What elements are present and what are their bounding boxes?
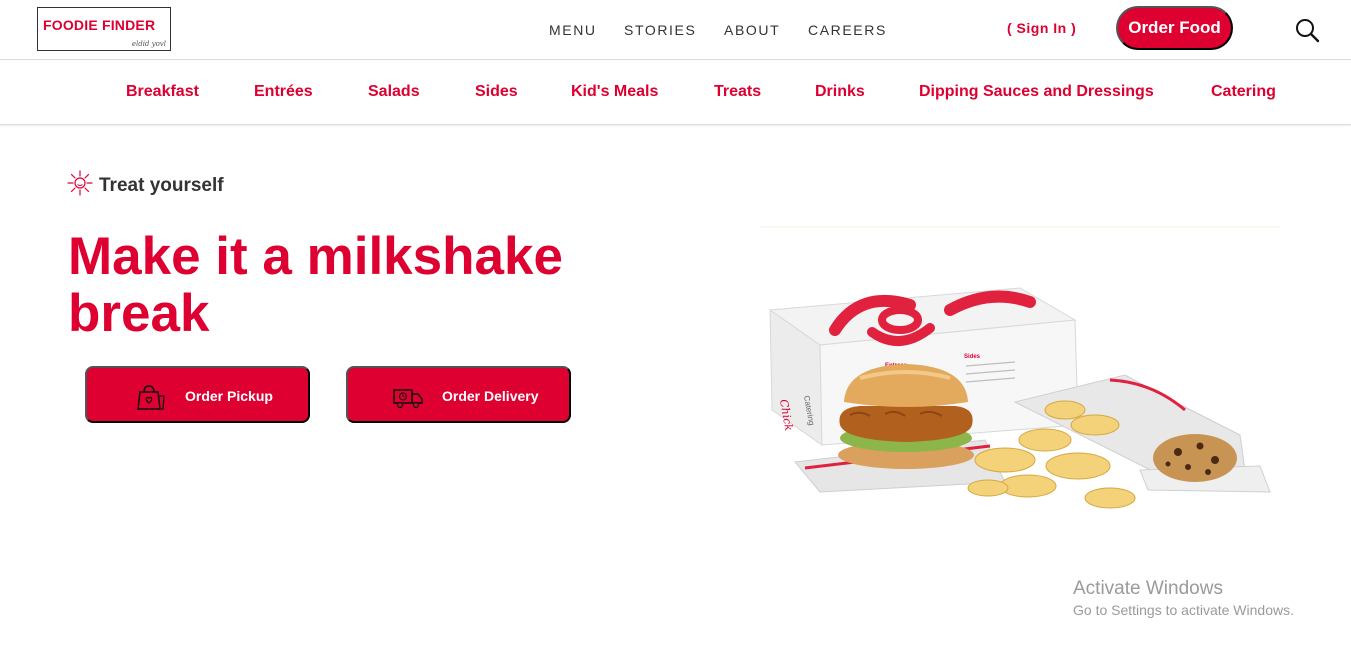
category-kids-meals[interactable]: Kid's Meals [571,83,658,101]
delivery-truck-icon [392,384,423,410]
search-icon[interactable] [1294,17,1320,43]
order-delivery-label: Order Delivery [442,388,539,404]
brand-name: FOODIE FINDER [43,17,156,33]
nav-menu[interactable]: MENU [549,22,597,38]
order-pickup-label: Order Pickup [185,388,273,404]
windows-activation-watermark: Activate Windows Go to Settings to activ… [1073,578,1294,618]
category-breakfast[interactable]: Breakfast [126,83,199,101]
sign-in-link[interactable]: ( Sign In ) [1007,20,1076,36]
category-bar: Breakfast Entrées Salads Sides Kid's Mea… [0,61,1351,125]
brand-logo[interactable]: FOODIE FINDER eldid yovl [37,7,171,51]
category-entrees[interactable]: Entrées [254,83,313,101]
hero-headline: Make it a milkshake break [68,227,563,343]
order-pickup-button[interactable]: Order Pickup [85,366,310,423]
category-treats[interactable]: Treats [714,83,761,101]
category-sides[interactable]: Sides [475,83,518,101]
sun-icon [67,170,93,201]
brand-tagline: eldid yovl [131,40,166,48]
category-dipping-sauces[interactable]: Dipping Sauces and Dressings [919,83,1154,101]
category-drinks[interactable]: Drinks [815,83,865,101]
category-salads[interactable]: Salads [368,83,420,101]
nav-about[interactable]: ABOUT [724,22,780,38]
shopping-bag-icon [137,384,165,410]
product-image: Chick Catering Entrees Sides [760,170,1280,625]
nav-careers[interactable]: CAREERS [808,22,887,38]
hero-eyebrow: Treat yourself [67,170,224,201]
order-food-button[interactable]: Order Food [1116,6,1233,50]
watermark-title: Activate Windows [1073,578,1223,599]
nav-stories[interactable]: STORIES [624,22,696,38]
category-catering[interactable]: Catering [1211,83,1276,101]
box-sides-label: Sides [964,354,981,360]
watermark-subtitle: Go to Settings to activate Windows. [1073,602,1294,618]
order-delivery-button[interactable]: Order Delivery [346,366,571,423]
eyebrow-text: Treat yourself [99,174,224,196]
top-header: FOODIE FINDER eldid yovl MENU STORIES AB… [0,0,1351,60]
